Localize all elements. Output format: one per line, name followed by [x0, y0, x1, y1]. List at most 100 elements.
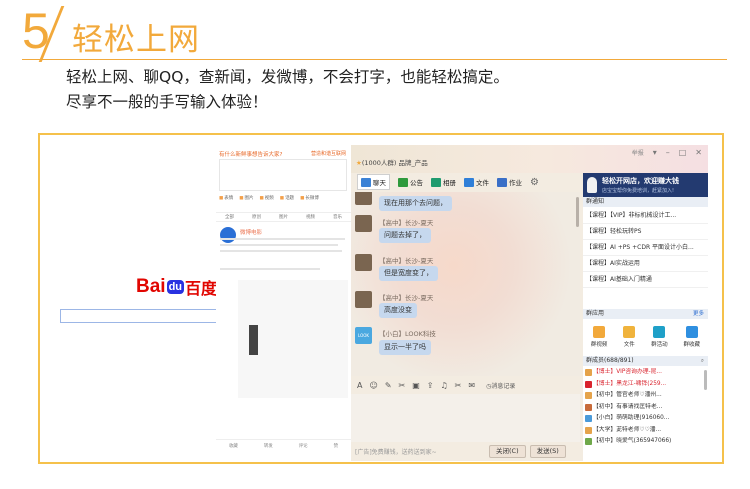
weibo-tabs: 全部 原创 图片 视频 音乐 — [216, 212, 351, 222]
dropdown-icon[interactable]: ▾ — [653, 148, 657, 157]
notice-list: 【课程】【VIP】非标机械设计工... 【课程】轻松玩转PS 【课程】AI +P… — [583, 208, 708, 288]
app-file[interactable]: 文件 — [623, 323, 636, 355]
app-collect[interactable]: 群收藏 — [684, 323, 700, 355]
notice-header: 群通知 — [583, 197, 708, 207]
weibo-action-repost[interactable]: 转发 — [264, 443, 273, 449]
group-sidebar: 轻松开网店，欢迎赚大钱 店宝宝帮你免费培训，赶紧加入! 群通知 【课程】【VIP… — [583, 173, 708, 461]
weibo-tab-original[interactable]: 原创 — [252, 214, 261, 220]
chat-area: 现在用那个去问题， 【高中】长沙-夏天 问题去掉了， 【高中】长沙-夏天 但是宽… — [351, 192, 580, 376]
list-item[interactable]: 【初中】晓爱气(365947066) — [583, 436, 708, 448]
message-bubble: 但是宽度变了， — [379, 266, 438, 281]
weibo-tool-video[interactable]: 视频 — [260, 195, 274, 201]
ad-link[interactable]: [广告]免费赚钱，送药送到家~ — [351, 447, 485, 456]
message-input[interactable] — [351, 394, 580, 442]
list-item[interactable]: 【课程】【VIP】非标机械设计工... — [583, 208, 708, 224]
weibo-compose-input[interactable] — [219, 159, 347, 191]
bottom-bar: [广告]免费赚钱，送药送到家~ 关闭(C) 发送(S) — [351, 442, 580, 461]
homework-icon — [497, 177, 507, 187]
chat-scrollbar[interactable] — [576, 197, 579, 227]
list-item[interactable]: 【博士】VIP咨询办理-昆... — [583, 367, 708, 379]
list-item[interactable]: 【初中】管官老师♡潘州... — [583, 390, 708, 402]
app-video[interactable]: 群视频 — [591, 323, 607, 355]
list-item[interactable]: 【小白】萌萌助理(916060... — [583, 413, 708, 425]
description-line-2: 尽享不一般的手写输入体验！ — [66, 93, 268, 111]
list-item[interactable]: 【课程】AI基础入门精通 — [583, 272, 708, 288]
flag-icon — [398, 177, 408, 187]
list-item[interactable]: 【博士】黑龙江-啸铧(259... — [583, 379, 708, 391]
font-icon[interactable]: A — [357, 381, 362, 390]
weibo-tool-topic[interactable]: 话题 — [280, 195, 294, 201]
weibo-tab-music[interactable]: 音乐 — [333, 214, 342, 220]
qq-group-window: ★(1000人群) 品牌_产品 举报 ▾ – □ ✕ 聊天 公告 相册 文件 作… — [351, 145, 708, 461]
tab-chat[interactable]: 聊天 — [357, 174, 390, 190]
weibo-action-like[interactable]: 赞 — [334, 443, 339, 449]
weibo-tool-long[interactable]: 长微博 — [300, 195, 319, 201]
section-title: 轻松上网 — [72, 22, 200, 58]
avatar[interactable] — [220, 227, 236, 243]
message-sender: 【高中】长沙-夏天 — [379, 294, 434, 302]
mail-icon[interactable]: ✉ — [468, 381, 475, 390]
list-item[interactable]: 【初中】有事请找匡特老... — [583, 402, 708, 414]
qq-group-title: ★(1000人群) 品牌_产品 — [356, 159, 428, 167]
list-item[interactable]: 【课程】AI实战运用 — [583, 256, 708, 272]
member-search-icon[interactable]: ⌕ — [701, 356, 704, 366]
message-history-button[interactable]: ◷消息记录 — [486, 381, 515, 390]
app-activity[interactable]: 群活动 — [651, 323, 668, 355]
weibo-poster-name[interactable]: 微博电影 — [240, 228, 262, 236]
screenshot-icon[interactable]: ✂ — [399, 381, 406, 390]
input-toolbar: A ☺ ✎ ✂ ▣ ⇪ ♫ ✂ ✉ ◷消息记录 — [351, 376, 580, 394]
folder-icon — [623, 326, 636, 338]
minimize-icon[interactable]: – — [666, 148, 670, 157]
members-header: 群成员(688/891) ⌕ — [583, 356, 708, 366]
weibo-action-collect[interactable]: 收藏 — [229, 443, 238, 449]
demo-frame: Bai du 百度 有什么新鲜事想告诉大家? 营造和谐互联网 表情 图片 视频 … — [38, 133, 724, 464]
weibo-tab-all[interactable]: 全部 — [225, 214, 234, 220]
avatar — [355, 291, 372, 308]
avatar: LOOK — [355, 327, 372, 344]
tab-album[interactable]: 相册 — [431, 177, 456, 187]
settings-gear[interactable]: ⚙ — [530, 177, 539, 188]
close-icon[interactable]: ✕ — [695, 148, 702, 157]
member-list: 【博士】VIP咨询办理-昆... 【博士】黑龙江-啸铧(259... 【初中】管… — [583, 367, 708, 448]
image-icon[interactable]: ▣ — [412, 381, 420, 390]
weibo-tab-image[interactable]: 图片 — [279, 214, 288, 220]
weibo-tool-image[interactable]: 图片 — [239, 195, 254, 201]
flag-icon — [653, 326, 666, 338]
weibo-tab-video[interactable]: 视频 — [306, 214, 315, 220]
weibo-link[interactable]: 营造和谐互联网 — [311, 150, 346, 157]
weibo-post-actions: 收藏 转发 评论 赞 — [216, 439, 351, 451]
emoji-icon[interactable]: ☺ — [369, 381, 377, 390]
music-icon[interactable]: ♫ — [441, 381, 448, 390]
avatar — [355, 192, 372, 205]
list-item[interactable]: 【课程】轻松玩转PS — [583, 224, 708, 240]
tab-file[interactable]: 文件 — [464, 177, 489, 187]
message-bubble: 问题去掉了， — [379, 228, 431, 243]
baidu-logo: Bai du 百度 — [136, 276, 218, 298]
maximize-icon[interactable]: □ — [679, 148, 687, 157]
member-scrollbar[interactable] — [704, 370, 707, 390]
paw-icon: du — [166, 280, 185, 294]
screenshot-root: 5 轻松上网 轻松上网、聊QQ，查新闻，发微博，不会打字，也能轻松搞定。 尽享不… — [0, 0, 750, 489]
tab-homework[interactable]: 作业 — [497, 177, 522, 187]
weibo-panel: 有什么新鲜事想告诉大家? 营造和谐互联网 表情 图片 视频 话题 长微博 全部 … — [216, 145, 351, 461]
apps-header: 群应用 更多 — [583, 309, 708, 319]
upload-icon[interactable]: ⇪ — [427, 381, 434, 390]
cut-icon[interactable]: ✂ — [455, 381, 462, 390]
send-button[interactable]: 发送(S) — [529, 445, 566, 458]
weibo-toolbar: 表情 图片 视频 话题 长微博 — [219, 195, 349, 201]
avatar — [355, 254, 372, 271]
tab-notice[interactable]: 公告 — [398, 177, 423, 187]
phone-image — [249, 325, 258, 355]
weibo-action-comment[interactable]: 评论 — [299, 443, 308, 449]
message-sender: 【高中】长沙-夏天 — [379, 257, 434, 265]
apps-more-link[interactable]: 更多 — [693, 309, 704, 319]
promo-banner[interactable]: 轻松开网店，欢迎赚大钱 店宝宝帮你免费培训，赶紧加入! — [583, 173, 708, 197]
list-item[interactable]: 【课程】AI +PS +CDR 平面设计小白... — [583, 240, 708, 256]
title-underline — [22, 59, 727, 60]
bookmark-icon — [685, 326, 698, 338]
weibo-tool-emoji[interactable]: 表情 — [219, 195, 233, 201]
handwrite-icon[interactable]: ✎ — [385, 381, 392, 390]
list-item[interactable]: 【大学】茈特老师♡♡潘... — [583, 425, 708, 437]
close-button[interactable]: 关闭(C) — [489, 445, 526, 458]
report-button[interactable]: 举报 — [632, 148, 644, 157]
